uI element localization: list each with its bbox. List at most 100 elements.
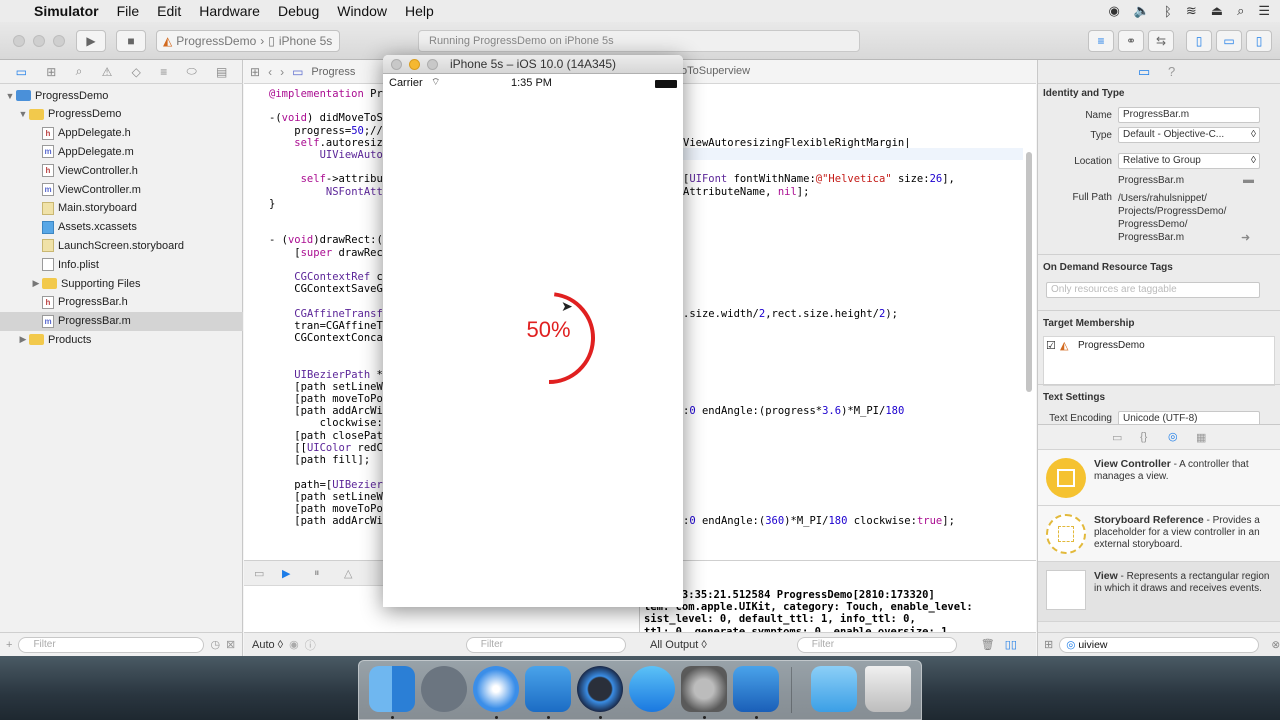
add-icon[interactable]: + [6,639,12,651]
menu-edit[interactable]: Edit [157,3,181,19]
report-icon[interactable]: ▤ [216,65,227,79]
file-inspector-icon[interactable]: ▭ [1138,64,1150,80]
standard-editor-button[interactable]: ≡ [1088,30,1114,52]
trash-icon[interactable]: 🗑 [981,638,995,651]
target-checkbox[interactable]: ☑ [1046,339,1056,352]
eject-icon[interactable]: ⏏ [1211,3,1223,19]
info-icon[interactable]: ⓘ [305,637,316,653]
clear-search-icon[interactable]: ⊗ [1271,638,1280,652]
navigator-item[interactable]: ▶ Supporting Files [0,274,243,293]
navigator-item[interactable]: Assets.xcassets [0,218,243,237]
navigator-filter-input[interactable]: Filter [18,636,205,653]
symbol-icon[interactable]: ⊞ [46,65,56,79]
toggle-navigator-button[interactable]: ▯ [1186,30,1212,52]
disclosure-triangle-icon[interactable]: ▶ [17,334,29,345]
minimize-window-button[interactable] [409,59,420,70]
close-window-button[interactable] [13,35,25,47]
simulator-icon[interactable] [733,666,779,712]
navigator-item[interactable]: h ProgressBar.h [0,293,243,312]
test-icon[interactable]: ◇ [132,65,141,79]
quick-help-icon[interactable]: ? [1168,64,1175,79]
library-item-storyboard-reference[interactable]: Storyboard Reference - Provides a placeh… [1038,506,1280,562]
media-library-icon[interactable]: ▦ [1196,431,1206,444]
minimize-window-button[interactable] [33,35,45,47]
output-select[interactable]: All Output ◊ [650,639,707,651]
related-items-icon[interactable]: ⊞ [250,65,260,79]
breakpoint-icon[interactable]: ⬭ [186,64,196,79]
jump-file[interactable]: Progress [311,66,355,78]
warning-icon[interactable]: ⚠ [102,65,113,79]
app-store-icon[interactable] [629,666,675,712]
encoding-select[interactable]: Unicode (UTF-8) [1118,411,1260,424]
notification-center-icon[interactable]: ☰ [1258,3,1270,19]
navigator-item[interactable]: m ProgressBar.m [0,311,243,331]
disclosure-triangle-icon[interactable]: ▼ [4,91,16,101]
file-template-icon[interactable]: ▭ [1112,431,1122,444]
code-lines-left[interactable]: @implementation Pr -(void) didMoveToS pr… [269,88,383,527]
forward-icon[interactable]: › [280,65,284,79]
trash-icon[interactable] [865,666,911,712]
zoom-window-button[interactable] [427,59,438,70]
navigator-item[interactable]: ▼ ProgressDemo [0,86,243,105]
variables-filter-input[interactable]: Filter [465,636,626,653]
navigator-item[interactable]: Main.storyboard [0,199,243,218]
wifi-icon[interactable]: ≋ [1186,3,1197,19]
console-filter-input[interactable]: Filter [796,636,957,653]
library-item-view[interactable]: View - Represents a rectangular region i… [1038,562,1280,622]
quicktime-icon[interactable] [577,666,623,712]
toggle-inspector-button[interactable]: ▯ [1246,30,1272,52]
split-view-icon[interactable]: ▯▯ [1005,638,1017,651]
recent-icon[interactable]: ◷ [210,638,220,651]
menu-app-name[interactable]: Simulator [34,3,99,19]
bluetooth-icon[interactable]: ᛒ [1164,4,1172,19]
launchpad-icon[interactable] [421,666,467,712]
menu-help[interactable]: Help [405,3,434,19]
record-icon[interactable]: ◉ [1109,3,1120,19]
object-library-icon[interactable]: ◎ [1168,430,1178,443]
navigator-item[interactable]: ▶ Products [0,330,243,349]
folder-icon[interactable]: ▭ [16,65,27,79]
ondemand-tags-field[interactable]: Only resources are taggable [1046,282,1260,298]
disclosure-triangle-icon[interactable]: ▶ [30,278,42,289]
zoom-window-button[interactable] [53,35,65,47]
menu-file[interactable]: File [117,3,140,19]
eye-icon[interactable]: ◉ [289,638,299,651]
navigator-item[interactable]: m ViewController.m [0,180,243,199]
version-editor-button[interactable]: ⇆ [1148,30,1174,52]
disclosure-triangle-icon[interactable]: ▼ [17,109,29,119]
folder-icon[interactable]: ▬ [1243,174,1254,186]
library-item-view-controller[interactable]: View Controller - A controller that mana… [1038,450,1280,506]
menu-debug[interactable]: Debug [278,3,319,19]
navigator-item[interactable]: Info.plist [0,255,243,274]
downloads-icon[interactable] [811,666,857,712]
debug-icon[interactable]: ≡ [160,65,167,79]
navigator-item[interactable]: h ViewController.h [0,161,243,180]
grid-view-icon[interactable]: ⊞ [1044,638,1053,651]
location-select[interactable]: Relative to Group ◊ [1118,153,1260,169]
safari-icon[interactable] [473,666,519,712]
hide-debug-icon[interactable]: ▭ [254,567,264,580]
jump-method[interactable]: oToSuperview [681,65,750,77]
assistant-editor-button[interactable]: ⚭ [1118,30,1144,52]
close-window-button[interactable] [391,59,402,70]
auto-scope-select[interactable]: Auto ◊ [252,639,283,651]
type-select[interactable]: Default - Objective-C... ◊ [1118,127,1260,143]
step-over-icon[interactable]: △ [344,567,352,580]
menu-hardware[interactable]: Hardware [199,3,260,19]
stop-button[interactable]: ■ [116,30,146,52]
menu-window[interactable]: Window [337,3,387,19]
navigator-item[interactable]: ▼ ProgressDemo [0,105,243,124]
xcode-icon[interactable] [525,666,571,712]
toggle-debug-area-button[interactable]: ▭ [1216,30,1242,52]
pause-icon[interactable]: ⏸ [314,567,320,580]
scheme-selector[interactable]: ◭ ProgressDemo › ▯ iPhone 5s [156,30,340,52]
spotlight-icon[interactable]: ⌕ [1237,3,1244,19]
finder-icon[interactable] [369,666,415,712]
back-icon[interactable]: ‹ [268,65,272,79]
scm-filter-icon[interactable]: ⊠ [226,638,235,651]
reveal-arrow-icon[interactable]: ➜ [1241,231,1250,244]
navigator-item[interactable]: m AppDelegate.m [0,142,243,161]
library-search-input[interactable]: ◎ uiview ⊗ [1059,636,1280,653]
search-icon[interactable]: ⌕ [76,64,83,79]
name-field[interactable]: ProgressBar.m [1118,107,1260,123]
